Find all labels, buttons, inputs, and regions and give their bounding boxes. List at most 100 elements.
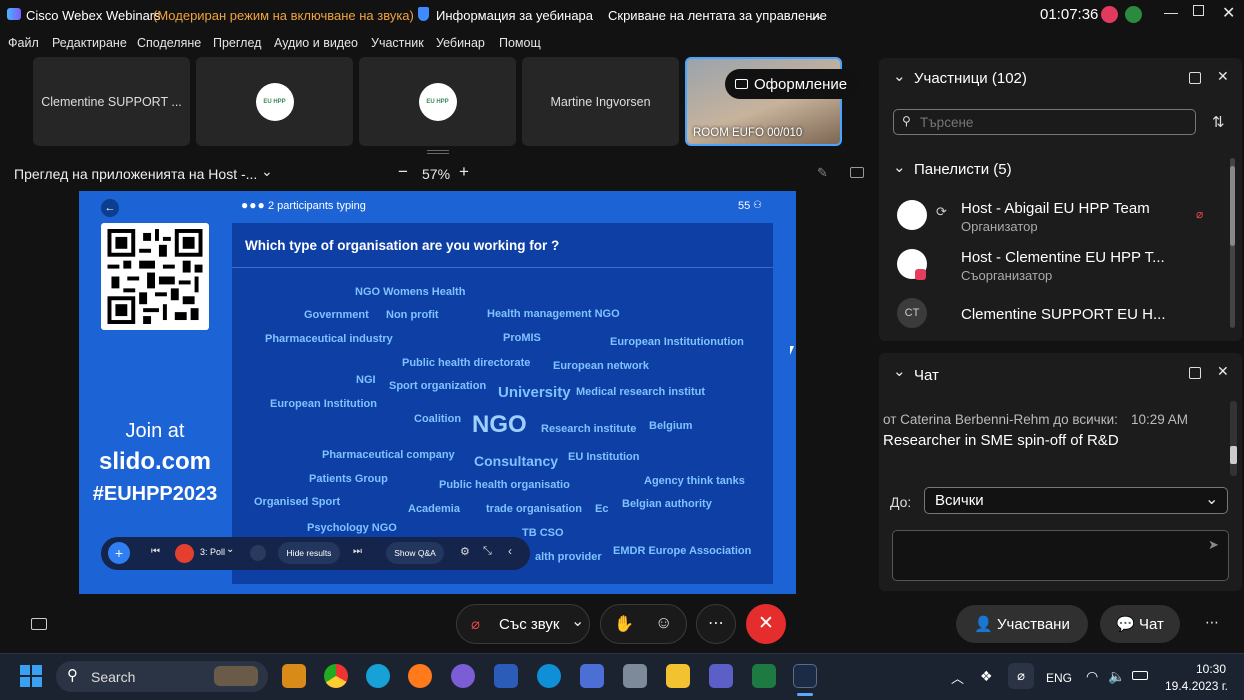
participants-scrollbar[interactable] bbox=[1230, 158, 1235, 328]
participant-search[interactable]: ⚲ bbox=[893, 109, 1196, 135]
participant-item[interactable]: Host - Clementine EU HPP T... Съорганиза… bbox=[879, 241, 1219, 289]
more-panels-icon[interactable]: ⋯ bbox=[1205, 614, 1219, 631]
muted-mic-tray-icon[interactable]: ⌀ bbox=[1008, 663, 1034, 689]
tray-chevron-up-icon[interactable]: ︿ bbox=[951, 668, 964, 687]
copilot-icon[interactable] bbox=[282, 664, 306, 688]
chat-scrollbar[interactable] bbox=[1230, 401, 1237, 476]
chrome-icon[interactable] bbox=[324, 664, 348, 688]
language-indicator[interactable]: ENG bbox=[1046, 671, 1072, 685]
euhpp-logo-icon: EU HPP bbox=[255, 82, 294, 121]
wifi-icon[interactable]: ◠ bbox=[1086, 668, 1098, 685]
app-icon[interactable] bbox=[580, 664, 604, 688]
poll-selector[interactable]: 3: Poll bbox=[200, 547, 225, 557]
video-tile[interactable]: EU HPP bbox=[196, 57, 353, 146]
menu-participant[interactable]: Участник bbox=[371, 36, 424, 50]
edge-icon[interactable] bbox=[366, 664, 390, 688]
recording-icon[interactable] bbox=[1101, 6, 1118, 23]
menu-webinar[interactable]: Уебинар bbox=[436, 36, 485, 50]
send-icon[interactable]: ➤ bbox=[1208, 537, 1219, 553]
collapse-icon[interactable]: ‹ bbox=[508, 544, 512, 558]
participants-button[interactable]: 👤 Участвани bbox=[956, 605, 1088, 643]
excel-icon[interactable] bbox=[752, 664, 776, 688]
sort-icon[interactable]: ⇅ bbox=[1212, 113, 1225, 131]
viber-icon[interactable] bbox=[451, 664, 475, 688]
windows-start-icon[interactable] bbox=[20, 665, 42, 687]
annotate-icon[interactable]: ✎ bbox=[817, 165, 828, 181]
skype-icon[interactable] bbox=[537, 664, 561, 688]
close-icon[interactable]: ✕ bbox=[1222, 3, 1235, 23]
participant-item[interactable]: ⟳ Host - Abigail EU HPP Team Организатор… bbox=[879, 192, 1219, 240]
show-qa-button[interactable]: Show Q&A bbox=[386, 542, 444, 564]
scrollbar-thumb[interactable] bbox=[1230, 166, 1235, 246]
menu-help[interactable]: Помощ bbox=[499, 36, 541, 50]
to-label: До: bbox=[890, 494, 912, 510]
chevron-down-icon[interactable]: ⌄ bbox=[226, 544, 234, 555]
minimize-icon[interactable]: — bbox=[1164, 4, 1178, 20]
close-icon[interactable]: ✕ bbox=[1217, 68, 1229, 85]
menu-share[interactable]: Споделяне bbox=[137, 36, 201, 50]
participant-role: Организатор bbox=[961, 219, 1038, 234]
reactions-icon[interactable]: ☺ bbox=[655, 613, 672, 633]
chevron-down-icon[interactable]: ⌄ bbox=[893, 158, 906, 176]
popout-share-icon[interactable] bbox=[850, 167, 864, 178]
resize-handle[interactable] bbox=[427, 150, 449, 154]
chat-input[interactable]: ➤ bbox=[892, 530, 1229, 581]
end-meeting-button[interactable]: ✕ bbox=[746, 604, 786, 644]
chevron-down-icon[interactable]: ⌄ bbox=[261, 163, 273, 180]
clock-date[interactable]: 19.4.2023 г. bbox=[1165, 679, 1228, 693]
word-cloud-term: Belgian authority bbox=[622, 498, 712, 510]
more-options-button[interactable]: ⋯ bbox=[696, 604, 736, 644]
webinar-info-link[interactable]: Информация за уебинара bbox=[436, 8, 593, 23]
scrollbar-thumb[interactable] bbox=[1230, 446, 1237, 464]
close-icon[interactable]: ✕ bbox=[1217, 363, 1229, 380]
zoom-in-icon[interactable]: + bbox=[459, 162, 469, 182]
video-tile[interactable]: Clementine SUPPORT ... bbox=[33, 57, 190, 146]
network-stats-icon[interactable] bbox=[1125, 6, 1142, 23]
search-input[interactable] bbox=[920, 113, 1180, 131]
restore-icon[interactable] bbox=[1193, 5, 1204, 16]
chevron-up-icon[interactable]: ︿ bbox=[811, 6, 823, 23]
chevron-down-icon[interactable]: ⌄ bbox=[893, 67, 906, 85]
video-tile[interactable]: EU HPP bbox=[359, 57, 516, 146]
desktop-icon[interactable] bbox=[623, 664, 647, 688]
chevron-down-icon[interactable]: ⌄ bbox=[571, 611, 584, 631]
battery-icon[interactable] bbox=[1132, 671, 1148, 680]
raise-hand-icon[interactable]: ✋ bbox=[614, 614, 634, 634]
audio-control[interactable]: ⌀ Със звук ⌄ bbox=[456, 604, 590, 644]
add-icon[interactable]: + bbox=[108, 542, 130, 564]
participant-item[interactable]: CT Clementine SUPPORT EU H... bbox=[879, 290, 1219, 338]
video-tile[interactable]: Martine Ingvorsen bbox=[522, 57, 679, 146]
recipient-select[interactable]: Всички ⌄ bbox=[924, 487, 1228, 514]
menu-file[interactable]: Файл bbox=[8, 36, 39, 50]
layout-button[interactable]: Оформление bbox=[725, 69, 859, 99]
file-explorer-icon[interactable] bbox=[666, 664, 690, 688]
previous-icon[interactable]: ⏮ bbox=[151, 546, 160, 557]
taskbar-search[interactable]: ⚲ Search bbox=[56, 661, 268, 692]
share-title[interactable]: Преглед на приложенията на Host -... bbox=[14, 166, 257, 182]
lock-icon[interactable] bbox=[250, 545, 266, 561]
menu-audio-video[interactable]: Аудио и видео bbox=[274, 36, 358, 50]
popout-icon[interactable] bbox=[1189, 72, 1201, 84]
chat-button[interactable]: 💬 Чат bbox=[1100, 605, 1180, 643]
next-icon[interactable]: ⏭ bbox=[353, 546, 362, 557]
webex-taskbar-icon[interactable] bbox=[793, 664, 817, 688]
popout-icon[interactable] bbox=[1189, 367, 1201, 379]
hide-results-button[interactable]: Hide results bbox=[278, 542, 340, 564]
fullscreen-icon[interactable]: ⤡ bbox=[483, 545, 492, 558]
menu-edit[interactable]: Редактиране bbox=[52, 36, 127, 50]
back-arrow-icon[interactable]: ← bbox=[101, 199, 119, 217]
volume-icon[interactable]: 🔈 bbox=[1108, 668, 1125, 685]
menu-view[interactable]: Преглед bbox=[213, 36, 261, 50]
dropbox-icon[interactable]: ❖ bbox=[980, 668, 993, 685]
clock-time[interactable]: 10:30 bbox=[1196, 662, 1226, 676]
chevron-down-icon[interactable]: ⌄ bbox=[893, 362, 906, 380]
hide-controls-link[interactable]: Скриване на лентата за управление bbox=[608, 8, 827, 23]
stop-poll-icon[interactable] bbox=[175, 544, 194, 563]
firefox-icon[interactable] bbox=[408, 664, 432, 688]
zoom-out-icon[interactable]: − bbox=[398, 162, 408, 182]
captions-icon[interactable] bbox=[31, 618, 47, 630]
settings-gear-icon[interactable]: ⚙ bbox=[460, 545, 470, 558]
muted-mic-icon[interactable]: ⌀ bbox=[1196, 207, 1203, 221]
word-icon[interactable] bbox=[494, 664, 518, 688]
teams-icon[interactable] bbox=[709, 664, 733, 688]
